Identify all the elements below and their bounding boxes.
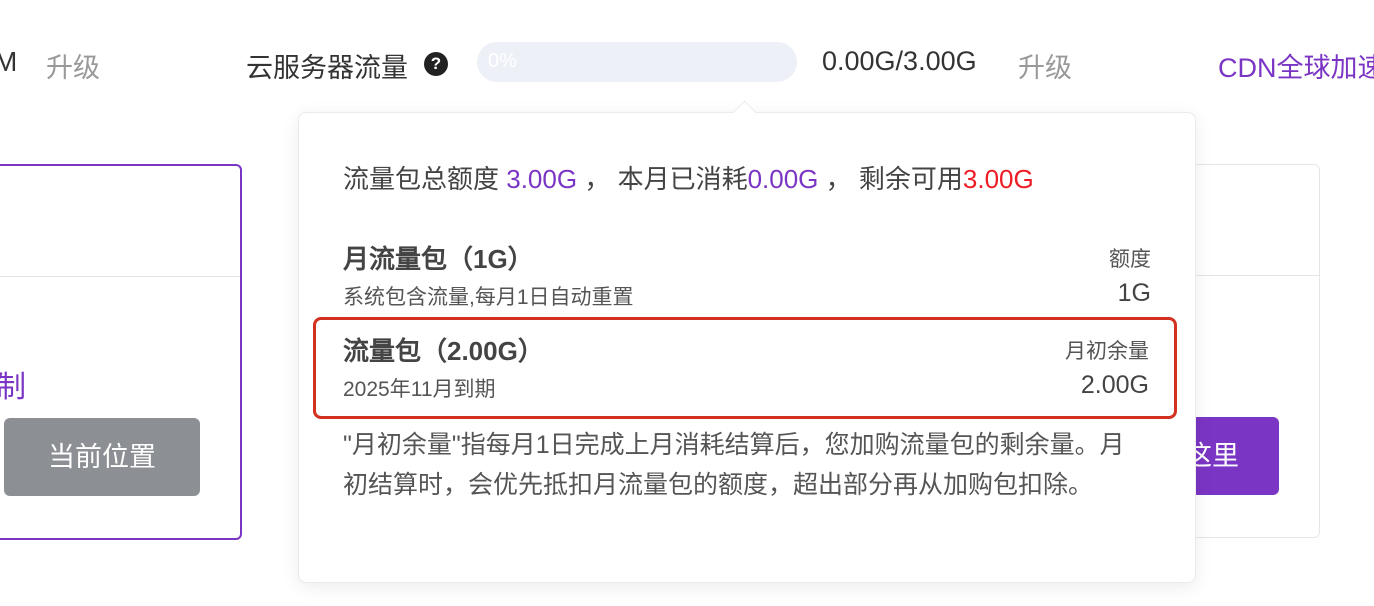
total-quota-label: 流量包总额度 <box>343 164 500 194</box>
used-value: 0.00G <box>747 164 819 194</box>
package-meta-label: 额度 <box>1109 248 1151 271</box>
package-row-monthly: 月流量包（1G） 系统包含流量,每月1日自动重置 额度 1G <box>343 239 1151 319</box>
traffic-usage-value: 0.00G/3.00G <box>822 46 977 76</box>
plan-card-link[interactable]: 定制 <box>0 362 26 406</box>
package-meta-label: 月初余量 <box>1065 340 1149 363</box>
upgrade-link-left[interactable]: 升级 <box>46 46 100 85</box>
resource-usage-bar: M 升级 云服务器流量 ? 0% 0.00G/3.00G 升级 CDN全球加速 <box>0 0 1374 130</box>
package-name: 流量包（2.00G） <box>343 336 544 366</box>
traffic-metric-label: 云服务器流量 <box>246 53 408 83</box>
traffic-progress-text: 0% <box>488 50 517 72</box>
cdn-link[interactable]: CDN全球加速 <box>1218 46 1374 85</box>
package-desc: 2025年11月到期 <box>343 378 496 401</box>
package-meta-value: 1G <box>1117 279 1151 307</box>
plan-card-current: 定制 当前位置 <box>0 164 242 540</box>
traffic-summary: 流量包总额度 3.00G ， 本月已消耗0.00G ， 剩余可用3.00G <box>343 159 1034 196</box>
card-divider <box>0 276 240 277</box>
remaining-label: 剩余可用 <box>858 164 963 194</box>
package-desc: 系统包含流量,每月1日自动重置 <box>343 286 634 309</box>
package-row-addon: 流量包（2.00G） 2025年11月到期 月初余量 2.00G <box>343 331 1149 411</box>
current-position-button[interactable]: 当前位置 <box>4 418 200 496</box>
package-meta-value: 2.00G <box>1080 371 1149 399</box>
package-name: 月流量包（1G） <box>343 244 534 274</box>
remaining-explanation-note: "月初余量"指每月1日完成上月消耗结算后，您加购流量包的剩余量。月初结算时，会优… <box>343 431 1125 499</box>
question-circle-icon[interactable]: ? <box>424 52 448 76</box>
total-quota-value: 3.00G <box>506 164 578 194</box>
separator: ， <box>825 164 852 194</box>
traffic-progress-bar: 0% <box>477 42 797 82</box>
traffic-popover: 流量包总额度 3.00G ， 本月已消耗0.00G ， 剩余可用3.00G 月流… <box>298 100 1196 583</box>
separator: ， <box>584 164 611 194</box>
used-label: 本月已消耗 <box>617 164 748 194</box>
stage: M 升级 云服务器流量 ? 0% 0.00G/3.00G 升级 CDN全球加速 … <box>0 0 1374 606</box>
remaining-value: 3.00G <box>962 164 1034 194</box>
upgrade-link-traffic[interactable]: 升级 <box>1018 46 1072 85</box>
clipped-metric-value: M <box>0 46 18 77</box>
